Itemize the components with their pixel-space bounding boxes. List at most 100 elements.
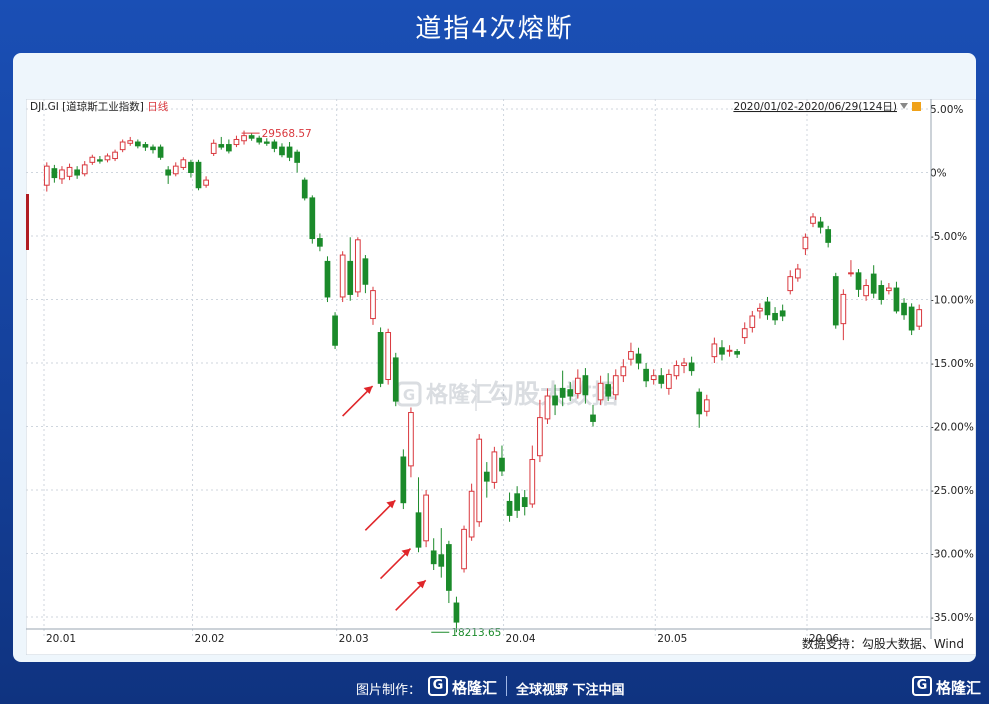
candle-body [726,349,733,352]
candle-body [832,276,839,326]
candle-body [840,293,847,325]
candle-body [552,395,558,406]
candle-body [794,268,801,279]
candle-body [582,375,589,396]
y-tick-label: -30.00% [930,549,974,561]
candle-body [559,387,566,398]
candle-body [658,375,665,384]
candle-body [666,373,672,389]
candle-body [506,500,513,516]
y-tick-label: 0% [930,168,947,180]
data-source: 数据支持：勾股大数据、Wind [801,637,964,651]
candle-body [734,351,740,355]
chart-card: G 格隆汇 勾股大数据 29568.57 18213.65 5.00% 0% -5.0… [13,53,977,662]
x-tick-label: 20.01 [46,633,76,645]
candle-body [339,254,346,298]
watermark-left-text: 格隆汇 [426,382,492,408]
candle-body [802,236,809,250]
candle-body [749,315,756,328]
candle-body [772,312,778,321]
candle-body [354,239,361,293]
watermark-logo-mark: G [403,386,415,404]
candle-body [916,309,923,327]
candle-body [180,159,187,168]
candle-body [332,315,338,346]
candle-body [453,602,460,623]
candlestick-chart: G 格隆汇 勾股大数据 29568.5718213.65 5.00%0%-5.0… [25,98,977,656]
candle-body [893,287,900,312]
candle-body [529,459,536,505]
candle-body [590,414,596,422]
footer-logo-text: 格隆汇 [452,679,498,697]
candle-body [150,146,156,151]
lock-icon[interactable] [912,102,921,111]
chart-frame: G 格隆汇 勾股大数据 29568.57 18213.65 5.00% 0% -5.0… [25,98,977,656]
candle-body [567,389,574,397]
y-tick-label: 5.00% [930,104,963,116]
x-tick-label: 20.03 [339,633,369,645]
candle-body [908,306,915,331]
candle-body [157,146,164,158]
candle-body [97,159,103,162]
candle-body [370,290,376,320]
candle-body [279,146,285,156]
candle-body [620,366,627,377]
candle-body [317,238,323,247]
candle-body [650,375,657,381]
candle-body [324,260,331,298]
candle-body [817,221,824,228]
chart-header-range[interactable]: 2020/01/02-2020/06/29(124日) [733,101,897,113]
candle-body [574,377,581,394]
candle-body [241,135,247,142]
candle-body [825,229,832,243]
candle-body [544,395,551,420]
candle-body [703,399,710,412]
footer-slogan: 全球视野 下注中国 [516,683,625,698]
candle-body [878,285,885,300]
x-tick-label: 20.04 [506,633,536,645]
candle-body [188,161,194,173]
footer-right-logo-text: 格隆汇 [936,679,982,697]
candle-body [248,135,255,139]
footer-logo-icon: G [428,676,448,696]
candle-body [635,353,642,364]
candle-body [696,391,703,415]
candle-body [764,301,771,316]
y-tick-label: -20.00% [930,422,974,434]
candle-body [612,375,619,396]
candle-body [203,179,209,186]
candle-body [787,276,794,292]
candle-body [263,141,270,144]
candle-body [309,197,316,240]
candle-body [347,260,354,295]
candle-body [165,169,172,176]
candle-body [377,332,384,384]
candle-body [423,494,429,542]
x-tick-label: 20.02 [195,633,225,645]
candle-body [810,216,816,224]
candle-body [59,169,65,180]
candle-body [757,307,763,312]
candle-body [491,451,498,483]
candle-body [210,142,217,154]
candle-body [430,550,437,565]
candle-body [51,168,58,179]
candle-body [901,302,907,316]
footer-right-logo-icon: G [912,676,932,696]
chart-header-period: 日线 [147,100,168,113]
candle-body [81,164,88,175]
candle-body [521,497,528,508]
candle-body [628,351,634,360]
candle-body [779,310,786,317]
footer-made-by: 图片制作： [356,683,422,698]
candle-body [415,512,422,548]
candle-body [483,471,490,482]
candle-body [195,161,202,189]
annotation-label: 29568.57 [262,128,312,140]
candle-body [226,144,232,152]
candle-body [537,417,543,457]
y-tick-label: -10.00% [930,295,974,307]
candle-body [74,169,80,176]
candle-body [301,179,308,199]
chart-header-left: DJI.GI [道琼斯工业指数] 日线 [30,100,169,113]
